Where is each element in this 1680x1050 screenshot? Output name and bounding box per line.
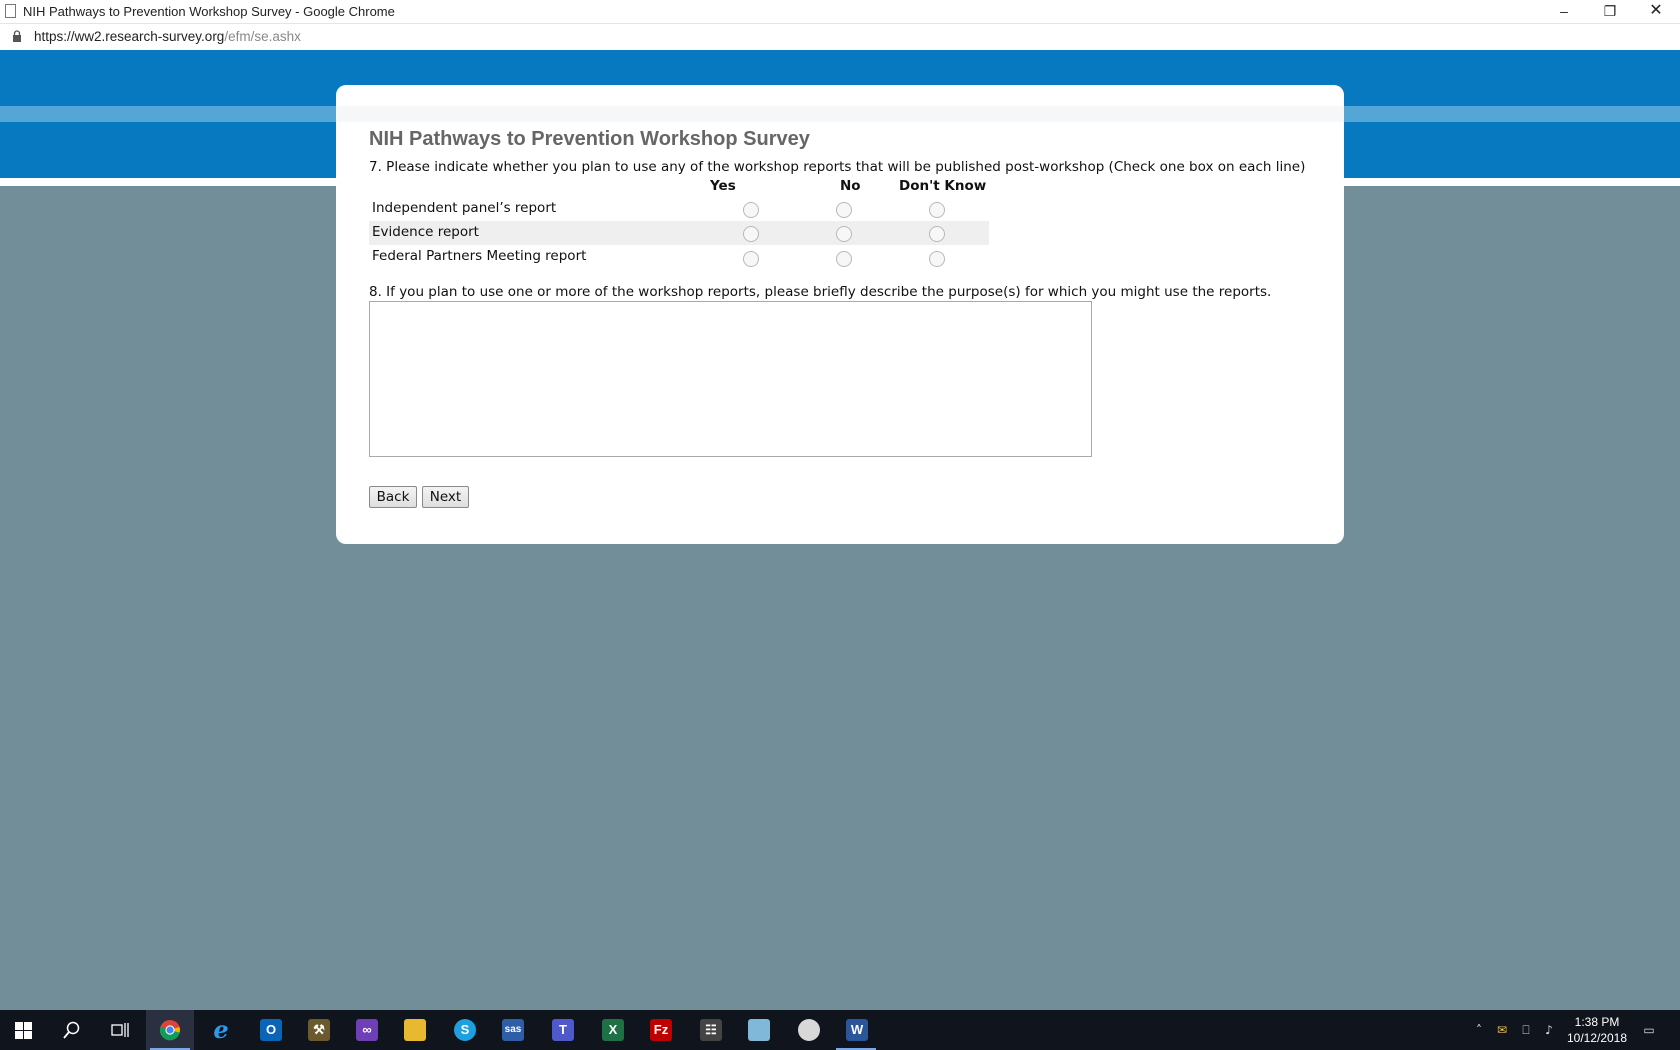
address-bar[interactable]: https://ww2.research-survey.org/efm/se.a… [0, 24, 1680, 50]
window-title-bar: NIH Pathways to Prevention Workshop Surv… [0, 0, 1680, 24]
radio-yes[interactable] [743, 226, 759, 242]
tools-icon: ⚒ [308, 1019, 330, 1041]
chevron-up-icon[interactable]: ˄ [1471, 1022, 1487, 1038]
notifications-icon[interactable]: ▭ [1640, 1022, 1658, 1038]
question-7-text: 7. Please indicate whether you plan to u… [369, 159, 1306, 175]
clock-date: 10/12/2018 [1566, 1031, 1628, 1045]
taskbar-filezilla[interactable]: Fz [636, 1010, 684, 1050]
taskbar-sas[interactable]: sas [488, 1010, 536, 1050]
task-view-button[interactable] [96, 1010, 144, 1050]
matrix-row: Evidence report [369, 221, 989, 245]
search-button[interactable] [48, 1010, 96, 1050]
taskbar-chrome[interactable] [146, 1010, 194, 1050]
volume-icon[interactable]: ♪ [1541, 1022, 1557, 1038]
taskbar-tools[interactable]: ⚒ [294, 1010, 342, 1050]
survey-title: NIH Pathways to Prevention Workshop Surv… [369, 128, 810, 150]
matrix-row: Federal Partners Meeting report [369, 245, 989, 269]
next-button[interactable]: Next [422, 486, 469, 508]
network-icon[interactable]: ⎕ [1518, 1022, 1534, 1038]
column-header-no: No [840, 178, 861, 194]
taskbar-skype[interactable]: S [440, 1010, 488, 1050]
taskbar-internet-explorer[interactable]: e [196, 1010, 244, 1050]
matrix-row: Independent panel’s report [369, 197, 989, 221]
chrome-icon [159, 1020, 180, 1041]
radio-dont-know[interactable] [929, 226, 945, 242]
taskbar-notepad[interactable] [734, 1010, 782, 1050]
sas-icon: sas [502, 1019, 524, 1041]
window-title: NIH Pathways to Prevention Workshop Surv… [23, 4, 395, 19]
paint-icon [798, 1019, 820, 1041]
row-label: Federal Partners Meeting report [372, 248, 587, 264]
url-text[interactable]: https://ww2.research-survey.org/efm/se.a… [34, 29, 301, 44]
row-label: Evidence report [372, 224, 479, 240]
clock-time: 1:38 PM [1574, 1015, 1620, 1029]
visual-studio-icon: ∞ [356, 1019, 378, 1041]
radio-yes[interactable] [743, 251, 759, 267]
filezilla-icon: Fz [650, 1019, 672, 1041]
close-button[interactable]: ✕ [1633, 0, 1679, 23]
minimize-button[interactable]: – [1541, 0, 1587, 23]
taskbar-word[interactable]: W [832, 1010, 880, 1050]
survey-card: NIH Pathways to Prevention Workshop Surv… [336, 85, 1344, 544]
taskbar-excel[interactable]: X [588, 1010, 636, 1050]
resize-grip-icon[interactable] [1083, 447, 1091, 455]
back-button[interactable]: Back [369, 486, 417, 508]
start-button[interactable] [0, 1010, 48, 1050]
lock-icon [13, 30, 21, 42]
url-host: https://ww2.research-survey.org [34, 29, 225, 44]
card-stripe [336, 106, 1344, 122]
search-icon [63, 1021, 80, 1039]
clock[interactable]: 1:38 PM 10/12/2018 [1562, 1014, 1632, 1046]
task-view-icon [111, 1023, 129, 1037]
page-icon [5, 4, 16, 18]
restore-button[interactable]: ❐ [1587, 0, 1633, 23]
skype-icon: S [454, 1019, 476, 1041]
taskbar: e O ⚒ ∞ S sas T X Fz ☷ W ˄ ✉ ⎕ ♪ 1:38 PM [0, 1010, 1680, 1050]
calculator-icon: ☷ [700, 1019, 722, 1041]
teams-icon: T [552, 1019, 574, 1041]
start-icon [15, 1022, 32, 1039]
radio-yes[interactable] [743, 202, 759, 218]
row-label: Independent panel’s report [372, 200, 557, 216]
taskbar-teams[interactable]: T [538, 1010, 586, 1050]
taskbar-calculator[interactable]: ☷ [686, 1010, 734, 1050]
question-8-textarea[interactable] [369, 301, 1092, 457]
radio-dont-know[interactable] [929, 202, 945, 218]
radio-no[interactable] [836, 226, 852, 242]
column-header-yes: Yes [710, 178, 736, 194]
outlook-icon: O [260, 1019, 282, 1041]
column-header-dont-know: Don't Know [899, 178, 987, 194]
file-explorer-icon [404, 1019, 426, 1041]
radio-no[interactable] [836, 202, 852, 218]
notepad-icon [748, 1019, 770, 1041]
radio-no[interactable] [836, 251, 852, 267]
question-8-text: 8. If you plan to use one or more of the… [369, 284, 1272, 300]
url-path: /efm/se.ashx [224, 29, 301, 44]
radio-dont-know[interactable] [929, 251, 945, 267]
taskbar-paint[interactable] [784, 1010, 832, 1050]
mail-icon[interactable]: ✉ [1494, 1022, 1510, 1038]
excel-icon: X [602, 1019, 624, 1041]
internet-explorer-icon: e [213, 1015, 229, 1044]
word-icon: W [846, 1019, 868, 1041]
taskbar-outlook[interactable]: O [246, 1010, 294, 1050]
taskbar-file-explorer[interactable] [390, 1010, 438, 1050]
taskbar-visual-studio[interactable]: ∞ [342, 1010, 390, 1050]
